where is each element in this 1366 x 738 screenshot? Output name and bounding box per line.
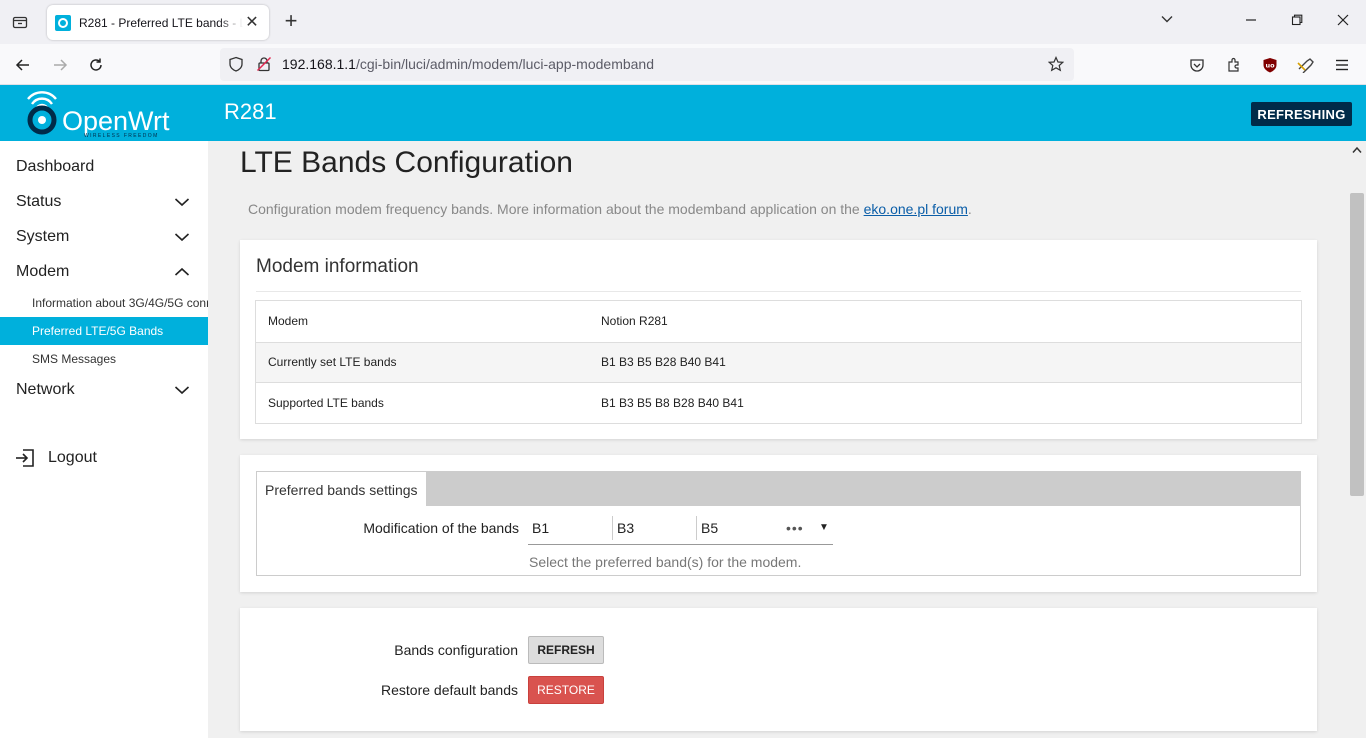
minimize-icon[interactable] xyxy=(1236,8,1266,36)
page-title: LTE Bands Configuration xyxy=(240,146,573,179)
openwrt-header: OpenWrt WIRELESS FREEDOM R281 REFRESHING xyxy=(0,85,1366,141)
scroll-thumb[interactable] xyxy=(1350,193,1364,496)
divider xyxy=(256,291,1301,292)
page-description: Configuration modem frequency bands. Mor… xyxy=(248,201,972,217)
chevron-down-icon xyxy=(174,383,190,401)
selected-band-chip[interactable]: B5 xyxy=(696,516,780,540)
tab-list-icon[interactable] xyxy=(8,10,32,34)
selected-band-chip[interactable]: B3 xyxy=(612,516,696,540)
browser-tab-bar: R281 - Preferred LTE bands - LuCI ✕ + xyxy=(0,0,1366,44)
more-bands-indicator: ••• xyxy=(786,520,804,536)
openwrt-logo[interactable]: OpenWrt WIRELESS FREEDOM xyxy=(22,87,192,139)
settings-tab-panel: Preferred bands settings Modification of… xyxy=(256,471,1301,576)
eko-forum-link[interactable]: eko.one.pl forum xyxy=(864,201,968,217)
restore-window-icon[interactable] xyxy=(1282,8,1312,36)
reload-icon[interactable] xyxy=(83,52,109,78)
sidebar-subitem-sms[interactable]: SMS Messages xyxy=(0,345,208,373)
tab-preferred-bands-settings[interactable]: Preferred bands settings xyxy=(257,472,426,507)
tab-strip: Preferred bands settings xyxy=(257,472,1300,507)
sidebar-subitem-label: Information about 3G/4G/5G connection xyxy=(32,296,208,310)
main-content: LTE Bands Configuration Configuration mo… xyxy=(208,141,1348,738)
sidebar-item-dashboard[interactable]: Dashboard xyxy=(0,149,208,184)
back-icon[interactable] xyxy=(10,52,36,78)
modem-info-table: Modem Notion R281 Currently set LTE band… xyxy=(255,300,1302,424)
url-host: 192.168.1.1 xyxy=(282,56,356,72)
sidebar-item-label: Status xyxy=(16,192,62,210)
hostname: R281 xyxy=(224,99,277,124)
refresh-button[interactable]: REFRESH xyxy=(528,636,604,664)
refreshing-badge[interactable]: REFRESHING xyxy=(1251,102,1352,126)
sidebar-item-status[interactable]: Status xyxy=(0,184,208,219)
extensions-icon[interactable] xyxy=(1221,52,1247,78)
table-row: Modem Notion R281 xyxy=(256,301,1301,342)
restore-button[interactable]: RESTORE xyxy=(528,676,604,704)
tab-overflow-chevron-icon[interactable] xyxy=(1152,8,1182,36)
info-key: Currently set LTE bands xyxy=(268,355,397,370)
sidebar-item-label: Dashboard xyxy=(16,157,95,175)
sidebar-item-network[interactable]: Network xyxy=(0,372,208,407)
url-path: /cgi-bin/luci/admin/modem/luci-app-modem… xyxy=(355,56,654,72)
actions-card: Bands configuration REFRESH Restore defa… xyxy=(240,608,1317,731)
luci-favicon-icon xyxy=(55,14,71,31)
logo-tagline: WIRELESS FREEDOM xyxy=(84,133,159,139)
modem-information-card: Modem information Modem Notion R281 Curr… xyxy=(240,240,1317,439)
browser-tab[interactable]: R281 - Preferred LTE bands - LuCI ✕ xyxy=(47,5,269,40)
info-key: Modem xyxy=(268,314,309,329)
extension-tool-icon[interactable] xyxy=(1293,52,1319,78)
sidebar-item-label: System xyxy=(16,227,70,245)
sidebar-item-label: Network xyxy=(16,380,75,398)
info-key: Supported LTE bands xyxy=(268,395,384,410)
bands-field-label: Modification of the bands xyxy=(363,520,519,536)
page-scrollbar[interactable] xyxy=(1348,141,1366,738)
close-window-icon[interactable] xyxy=(1328,8,1358,36)
logout-link[interactable]: Logout xyxy=(14,446,97,470)
new-tab-icon[interactable]: + xyxy=(280,10,302,33)
dropdown-arrow-icon[interactable]: ▼ xyxy=(819,522,829,533)
bands-multiselect[interactable]: B1 B3 B5 ••• ▼ xyxy=(528,514,833,545)
url-text: 192.168.1.1/cgi-bin/luci/admin/modem/luc… xyxy=(282,56,654,72)
browser-nav-bar: 192.168.1.1/cgi-bin/luci/admin/modem/luc… xyxy=(0,44,1366,85)
sidebar-item-label: Modem xyxy=(16,262,70,280)
logout-icon xyxy=(16,449,34,467)
description-text: Configuration modem frequency bands. Mor… xyxy=(248,201,860,217)
sidebar-item-modem[interactable]: Modem xyxy=(0,254,208,289)
description-end: . xyxy=(967,201,972,217)
shield-icon[interactable] xyxy=(228,56,244,77)
address-bar[interactable]: 192.168.1.1/cgi-bin/luci/admin/modem/luc… xyxy=(220,48,1074,81)
tab-title: R281 - Preferred LTE bands - LuCI xyxy=(79,15,243,30)
sidebar-item-system[interactable]: System xyxy=(0,219,208,254)
sidebar-subitem-preferred-bands[interactable]: Preferred LTE/5G Bands xyxy=(0,317,208,345)
pocket-icon[interactable] xyxy=(1184,52,1210,78)
close-tab-icon[interactable]: ✕ xyxy=(243,14,261,32)
svg-text:uo: uo xyxy=(1265,62,1275,70)
forward-icon[interactable] xyxy=(47,52,73,78)
preferred-bands-card: Preferred bands settings Modification of… xyxy=(240,455,1317,592)
modem-information-title: Modem information xyxy=(256,256,419,277)
scroll-up-icon[interactable] xyxy=(1352,143,1362,157)
bands-field-hint: Select the preferred band(s) for the mod… xyxy=(529,554,802,570)
sidebar-subitem-connection-info[interactable]: Information about 3G/4G/5G connection xyxy=(0,289,208,317)
restore-default-label: Restore default bands xyxy=(381,682,518,698)
menu-hamburger-icon[interactable] xyxy=(1329,52,1355,78)
chevron-up-icon xyxy=(174,265,190,283)
info-value: B1 B3 B5 B28 B40 B41 xyxy=(601,355,726,370)
sidebar: Dashboard Status System Modem Informatio… xyxy=(0,141,208,738)
insecure-lock-icon[interactable] xyxy=(256,56,272,77)
info-value: B1 B3 B5 B8 B28 B40 B41 xyxy=(601,395,744,410)
logout-label: Logout xyxy=(48,449,97,466)
bookmark-star-icon[interactable] xyxy=(1047,56,1065,77)
sidebar-subitem-label: SMS Messages xyxy=(32,352,117,366)
table-row: Supported LTE bands B1 B3 B5 B8 B28 B40 … xyxy=(256,382,1301,423)
table-row: Currently set LTE bands B1 B3 B5 B28 B40… xyxy=(256,341,1301,382)
info-value: Notion R281 xyxy=(601,314,668,329)
logo-text: OpenWrt xyxy=(62,106,170,136)
bands-configuration-label: Bands configuration xyxy=(394,642,518,658)
ublock-origin-icon[interactable]: uo xyxy=(1257,52,1283,78)
selected-band-chip[interactable]: B1 xyxy=(528,516,612,540)
chevron-down-icon xyxy=(174,230,190,248)
chevron-down-icon xyxy=(174,195,190,213)
sidebar-subitem-label: Preferred LTE/5G Bands xyxy=(32,324,164,338)
